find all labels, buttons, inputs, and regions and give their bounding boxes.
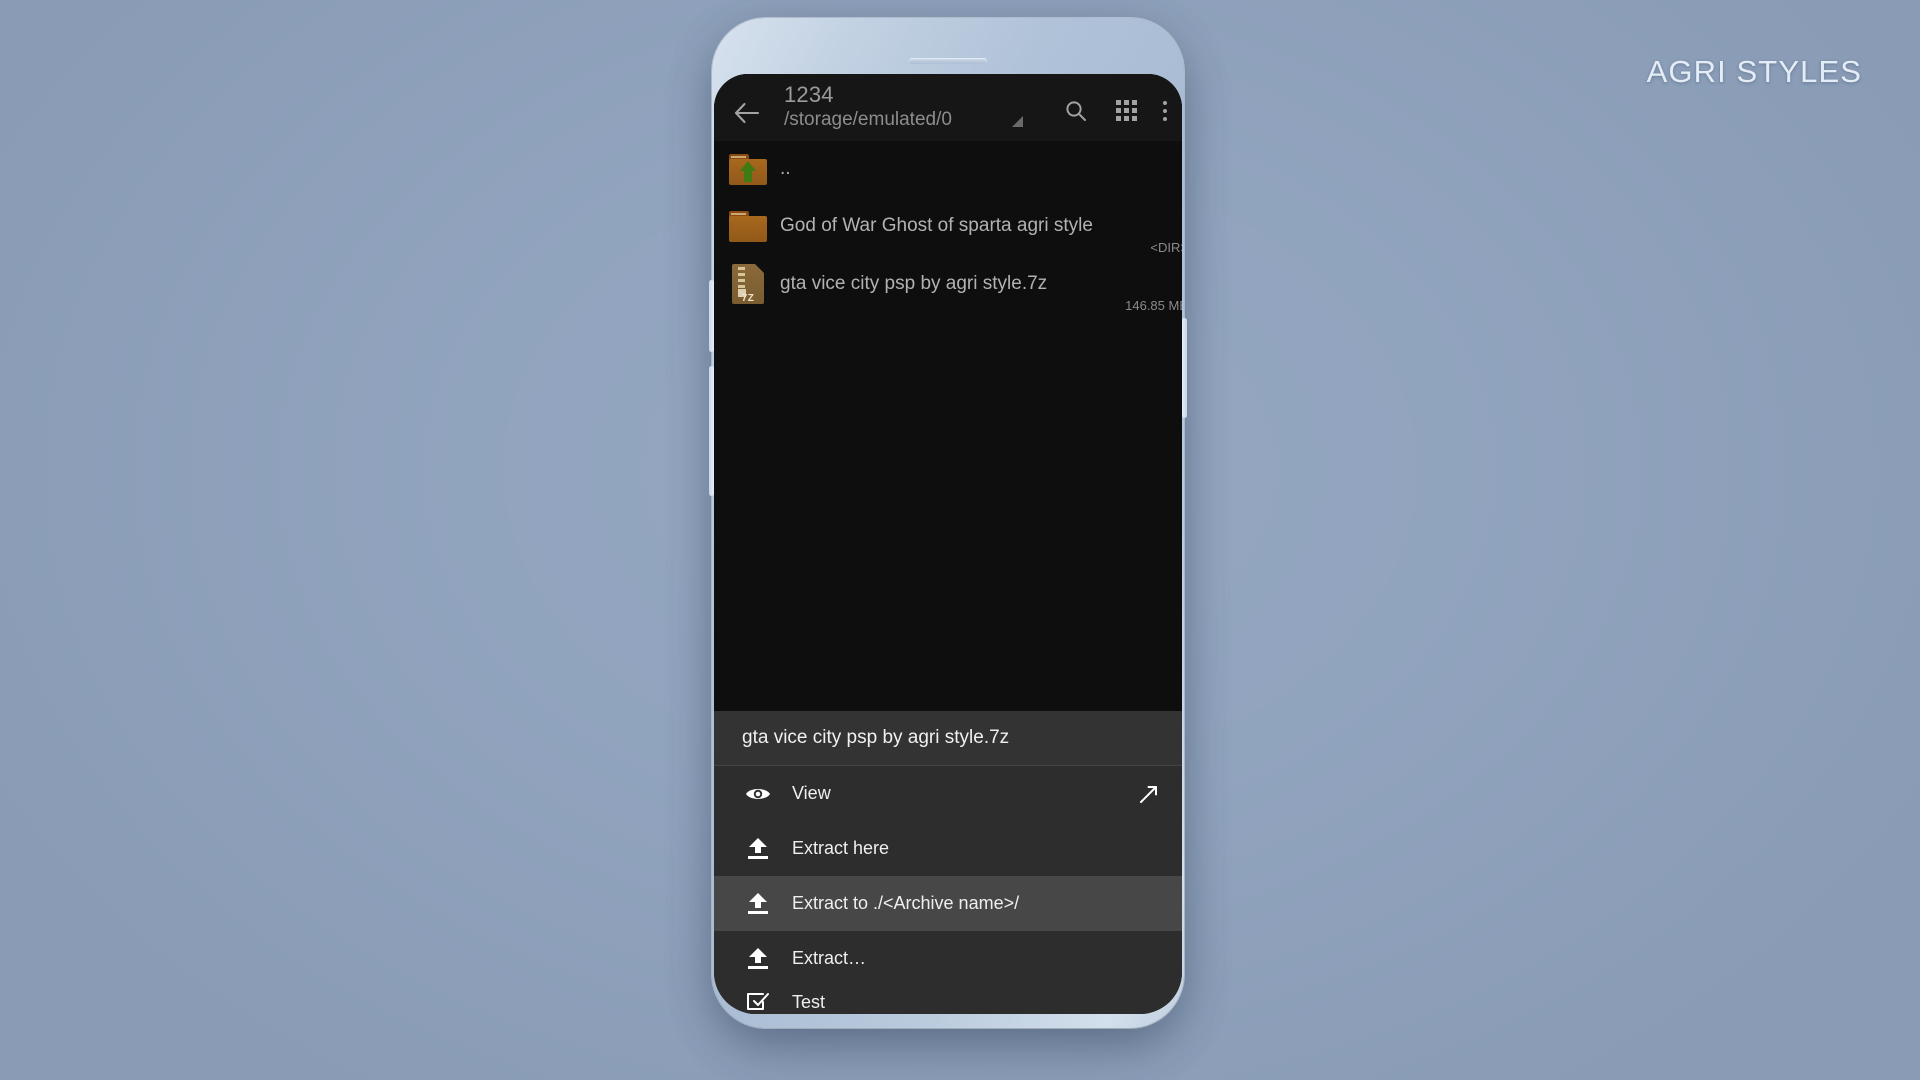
back-arrow-icon[interactable] — [728, 94, 766, 132]
menu-item-extract-dialog[interactable]: Extract… — [714, 931, 1182, 986]
file-name: .. — [780, 158, 791, 179]
extract-icon — [740, 892, 776, 915]
extract-icon — [740, 837, 776, 860]
folder-icon — [720, 210, 776, 242]
test-icon — [740, 992, 776, 1014]
phone-screen: 1234 /storage/emulated/0 .. God of War G… — [714, 74, 1182, 1014]
grid-view-icon[interactable] — [1104, 89, 1148, 133]
phone-mockup: 1234 /storage/emulated/0 .. God of War G… — [709, 18, 1187, 1040]
menu-item-extract-here[interactable]: Extract here — [714, 821, 1182, 876]
search-icon[interactable] — [1054, 89, 1098, 133]
menu-item-label: Test — [792, 992, 826, 1012]
menu-item-label: Extract… — [792, 948, 867, 968]
earpiece-speaker — [909, 58, 987, 64]
context-menu: gta vice city psp by agri style.7z View — [714, 711, 1182, 1014]
overflow-menu-icon[interactable] — [1154, 89, 1176, 133]
list-item[interactable]: .. — [714, 141, 1182, 197]
app-toolbar: 1234 /storage/emulated/0 — [714, 74, 1182, 141]
file-size: <DIR> — [1150, 240, 1182, 255]
file-name: gta vice city psp by agri style.7z — [780, 273, 1048, 294]
context-menu-header: gta vice city psp by agri style.7z — [714, 711, 1182, 766]
watermark-agri-styles: AGRI STYLES — [1646, 54, 1862, 89]
context-menu-title: gta vice city psp by agri style.7z — [742, 727, 1010, 748]
toolbar-actions — [1054, 89, 1178, 133]
extract-icon — [740, 947, 776, 970]
file-name: God of War Ghost of sparta agri style — [780, 215, 1093, 236]
eye-icon — [740, 785, 776, 803]
power-button[interactable] — [1182, 318, 1187, 418]
menu-item-test[interactable]: Test — [714, 986, 1182, 1014]
page-title: 1234 — [784, 81, 834, 107]
folder-up-icon — [720, 153, 776, 185]
resize-triangle-icon — [1012, 116, 1023, 127]
menu-item-label: View — [792, 783, 831, 803]
archive-7z-icon: 7Z — [720, 264, 776, 304]
list-item[interactable]: 7Z gta vice city psp by agri style.7z 14… — [714, 255, 1182, 313]
menu-item-view[interactable]: View — [714, 766, 1182, 821]
list-item[interactable]: God of War Ghost of sparta agri style <D… — [714, 197, 1182, 255]
phone-frame: 1234 /storage/emulated/0 .. God of War G… — [709, 18, 1187, 1028]
toolbar-titles[interactable]: 1234 /storage/emulated/0 — [766, 82, 1054, 132]
menu-item-label: Extract to ./<Archive name>/ — [792, 893, 1020, 913]
menu-item-extract-to-archive-name[interactable]: Extract to ./<Archive name>/ — [714, 876, 1182, 931]
file-list: .. God of War Ghost of sparta agri style… — [714, 141, 1182, 711]
archive-badge: 7Z — [741, 293, 755, 304]
menu-item-label: Extract here — [792, 838, 890, 858]
file-size: 146.85 MB — [1125, 298, 1182, 313]
open-external-icon[interactable] — [1138, 783, 1160, 805]
